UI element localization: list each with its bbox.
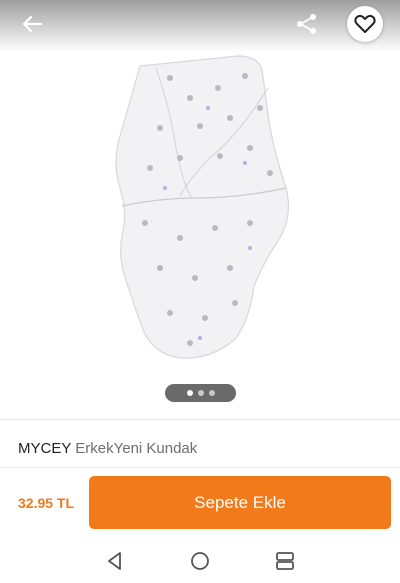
image-pager bbox=[165, 384, 236, 402]
add-to-cart-button[interactable]: Sepete Ekle bbox=[89, 476, 391, 529]
share-icon bbox=[297, 14, 316, 34]
share-button[interactable] bbox=[289, 8, 325, 40]
recents-icon[interactable] bbox=[273, 549, 297, 573]
pager-dot[interactable] bbox=[197, 390, 204, 396]
heart-outline-icon bbox=[354, 14, 376, 33]
product-price: 32.95 TL bbox=[18, 495, 75, 511]
pager-dot-active[interactable] bbox=[186, 390, 193, 396]
product-image-gallery[interactable] bbox=[0, 0, 400, 414]
back-button[interactable] bbox=[14, 9, 50, 39]
circle-home-icon[interactable] bbox=[188, 549, 212, 573]
system-navigation-bar bbox=[0, 539, 400, 583]
triangle-back-icon[interactable] bbox=[103, 549, 127, 573]
product-image bbox=[115, 55, 289, 359]
product-brand[interactable]: MYCEY bbox=[18, 440, 71, 457]
divider bbox=[0, 419, 400, 420]
favorite-button[interactable] bbox=[347, 6, 383, 42]
pager-dot[interactable] bbox=[208, 390, 215, 396]
header-shade bbox=[0, 0, 400, 52]
product-title: MYCEY ErkekYeni Kundak bbox=[18, 440, 197, 457]
product-name: ErkekYeni Kundak bbox=[75, 440, 198, 457]
divider bbox=[0, 467, 400, 468]
arrow-left-icon bbox=[22, 15, 42, 33]
